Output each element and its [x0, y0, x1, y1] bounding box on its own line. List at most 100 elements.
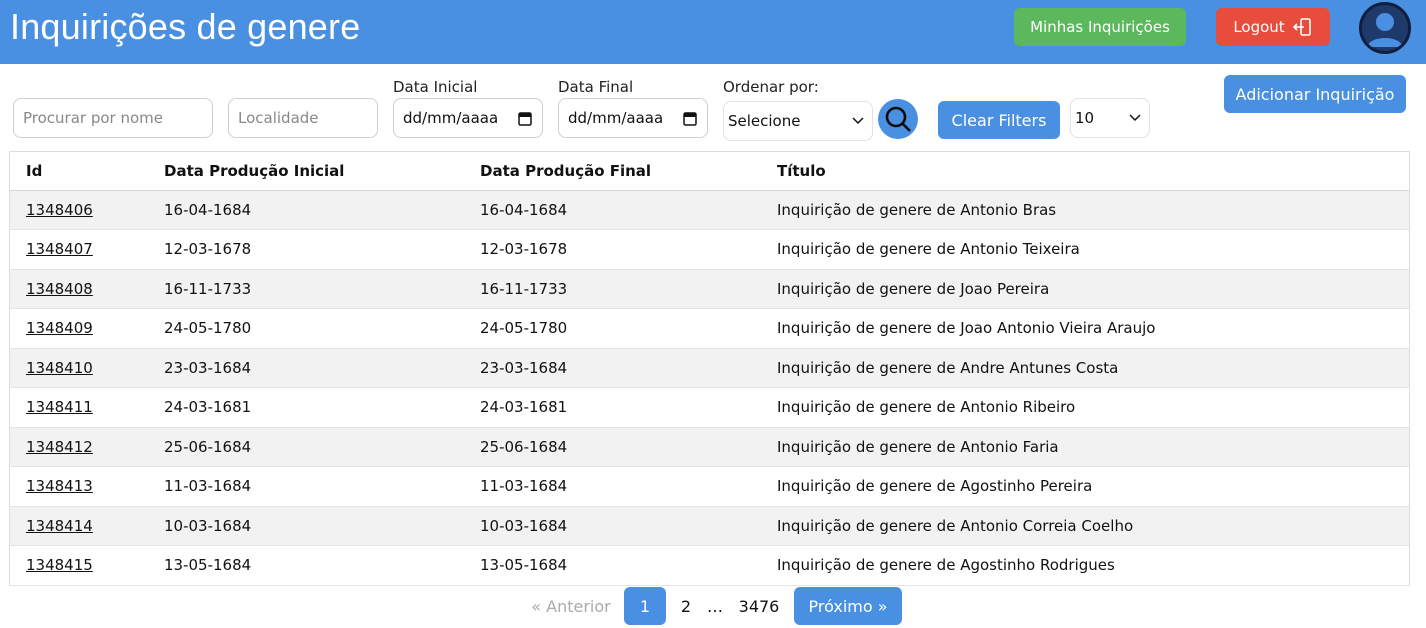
id-cell: 1348413 [10, 466, 148, 507]
page-2-button[interactable]: 2 [676, 587, 696, 625]
data-inicial-cell: 12-03-1678 [148, 229, 464, 270]
id-cell: 1348415 [10, 545, 148, 586]
data-inicial-cell: 13-05-1684 [148, 545, 464, 586]
add-inquiricao-button[interactable]: Adicionar Inquirição [1224, 75, 1406, 113]
clear-filters-button[interactable]: Clear Filters [938, 101, 1060, 139]
table-row: 1348413 11-03-1684 11-03-1684 Inquirição… [10, 466, 1409, 507]
logout-label: Logout [1233, 18, 1285, 36]
data-final-cell: 16-04-1684 [464, 190, 761, 230]
calendar-icon[interactable] [683, 111, 697, 126]
titulo-cell: Inquirição de genere de Antonio Faria [761, 427, 1409, 467]
date-initial-label: Data Inicial [393, 78, 478, 96]
column-header-titulo[interactable]: Título [761, 152, 1409, 191]
logout-door-icon [1292, 18, 1311, 36]
data-inicial-cell: 10-03-1684 [148, 506, 464, 546]
data-inicial-cell: 16-11-1733 [148, 269, 464, 309]
record-id-link[interactable]: 1348413 [26, 477, 93, 495]
titulo-cell: Inquirição de genere de Antonio Teixeira [761, 229, 1409, 270]
id-cell: 1348412 [10, 427, 148, 467]
titulo-cell: Inquirição de genere de Antonio Bras [761, 190, 1409, 230]
record-id-link[interactable]: 1348415 [26, 556, 93, 574]
user-avatar-icon[interactable] [1359, 2, 1411, 54]
record-id-link[interactable]: 1348412 [26, 438, 93, 456]
data-final-cell: 24-05-1780 [464, 308, 761, 349]
search-name-input[interactable]: Procurar por nome [13, 98, 213, 138]
top-bar: Inquirições de genere Minhas Inquirições… [0, 0, 1426, 64]
record-id-link[interactable]: 1348406 [26, 201, 93, 219]
table-row: 1348406 16-04-1684 16-04-1684 Inquirição… [10, 190, 1409, 230]
table-row: 1348409 24-05-1780 24-05-1780 Inquirição… [10, 308, 1409, 349]
id-cell: 1348410 [10, 348, 148, 388]
locality-input[interactable]: Localidade [228, 98, 378, 138]
data-final-cell: 11-03-1684 [464, 466, 761, 507]
data-final-cell: 13-05-1684 [464, 545, 761, 586]
data-inicial-cell: 16-04-1684 [148, 190, 464, 230]
table-row: 1348407 12-03-1678 12-03-1678 Inquirição… [10, 229, 1409, 270]
titulo-cell: Inquirição de genere de Agostinho Pereir… [761, 466, 1409, 507]
data-inicial-cell: 23-03-1684 [148, 348, 464, 388]
date-initial-field[interactable]: dd/mm/aaaa [393, 98, 543, 138]
date-final-field[interactable]: dd/mm/aaaa [558, 98, 708, 138]
record-id-link[interactable]: 1348411 [26, 398, 93, 416]
record-id-link[interactable]: 1348408 [26, 280, 93, 298]
table-header-row: Id Data Produção Inicial Data Produção F… [10, 152, 1409, 191]
record-id-link[interactable]: 1348410 [26, 359, 93, 377]
next-page-button[interactable]: Próximo » [794, 587, 902, 625]
titulo-cell: Inquirição de genere de Joao Pereira [761, 269, 1409, 309]
data-inicial-cell: 24-05-1780 [148, 308, 464, 349]
data-inicial-cell: 24-03-1681 [148, 387, 464, 428]
titulo-cell: Inquirição de genere de Antonio Correia … [761, 506, 1409, 546]
id-cell: 1348411 [10, 387, 148, 428]
data-final-cell: 12-03-1678 [464, 229, 761, 270]
data-final-cell: 16-11-1733 [464, 269, 761, 309]
column-header-id[interactable]: Id [10, 152, 148, 191]
id-cell: 1348414 [10, 506, 148, 546]
column-header-data-inicial[interactable]: Data Produção Inicial [148, 152, 464, 191]
results-table: Id Data Produção Inicial Data Produção F… [9, 151, 1410, 586]
record-id-link[interactable]: 1348409 [26, 319, 93, 337]
minhas-inquiricoes-button[interactable]: Minhas Inquirições [1014, 8, 1186, 46]
logout-button[interactable]: Logout [1216, 8, 1330, 46]
id-cell: 1348407 [10, 229, 148, 270]
pagination: « Anterior 1 2 … 3476 Próximo » [0, 587, 1426, 627]
table-row: 1348415 13-05-1684 13-05-1684 Inquirição… [10, 545, 1409, 586]
titulo-cell: Inquirição de genere de Antonio Ribeiro [761, 387, 1409, 428]
table-row: 1348410 23-03-1684 23-03-1684 Inquirição… [10, 348, 1409, 388]
data-inicial-cell: 25-06-1684 [148, 427, 464, 467]
app-title: Inquirições de genere [10, 6, 361, 47]
titulo-cell: Inquirição de genere de Joao Antonio Vie… [761, 308, 1409, 349]
record-id-link[interactable]: 1348414 [26, 517, 93, 535]
chevron-down-icon [1129, 114, 1141, 122]
pagination-ellipsis: … [707, 596, 723, 616]
column-header-data-final[interactable]: Data Produção Final [464, 152, 761, 191]
page-1-button[interactable]: 1 [624, 587, 666, 625]
calendar-icon[interactable] [518, 111, 532, 126]
table-row: 1348412 25-06-1684 25-06-1684 Inquirição… [10, 427, 1409, 467]
table-row: 1348408 16-11-1733 16-11-1733 Inquirição… [10, 269, 1409, 309]
previous-page-button[interactable]: « Anterior [530, 587, 612, 625]
order-label: Ordenar por: [723, 78, 819, 96]
titulo-cell: Inquirição de genere de Agostinho Rodrig… [761, 545, 1409, 586]
record-id-link[interactable]: 1348407 [26, 240, 93, 258]
data-inicial-cell: 11-03-1684 [148, 466, 464, 507]
chevron-down-icon [852, 117, 864, 125]
data-final-cell: 24-03-1681 [464, 387, 761, 428]
data-final-cell: 10-03-1684 [464, 506, 761, 546]
id-cell: 1348406 [10, 190, 148, 230]
data-final-cell: 25-06-1684 [464, 427, 761, 467]
order-select-value: Selecione [728, 112, 801, 130]
last-page-button[interactable]: 3476 [736, 587, 782, 625]
order-select[interactable]: Selecione [723, 101, 873, 141]
data-final-cell: 23-03-1684 [464, 348, 761, 388]
date-initial-value: dd/mm/aaaa [403, 109, 499, 127]
date-final-label: Data Final [558, 78, 634, 96]
id-cell: 1348408 [10, 269, 148, 309]
table-row: 1348411 24-03-1681 24-03-1681 Inquirição… [10, 387, 1409, 428]
search-icon [885, 106, 911, 132]
date-final-value: dd/mm/aaaa [568, 109, 664, 127]
page-size-select[interactable]: 10 [1070, 98, 1150, 138]
search-button[interactable] [878, 99, 918, 139]
titulo-cell: Inquirição de genere de Andre Antunes Co… [761, 348, 1409, 388]
page-size-value: 10 [1075, 109, 1095, 127]
id-cell: 1348409 [10, 308, 148, 349]
